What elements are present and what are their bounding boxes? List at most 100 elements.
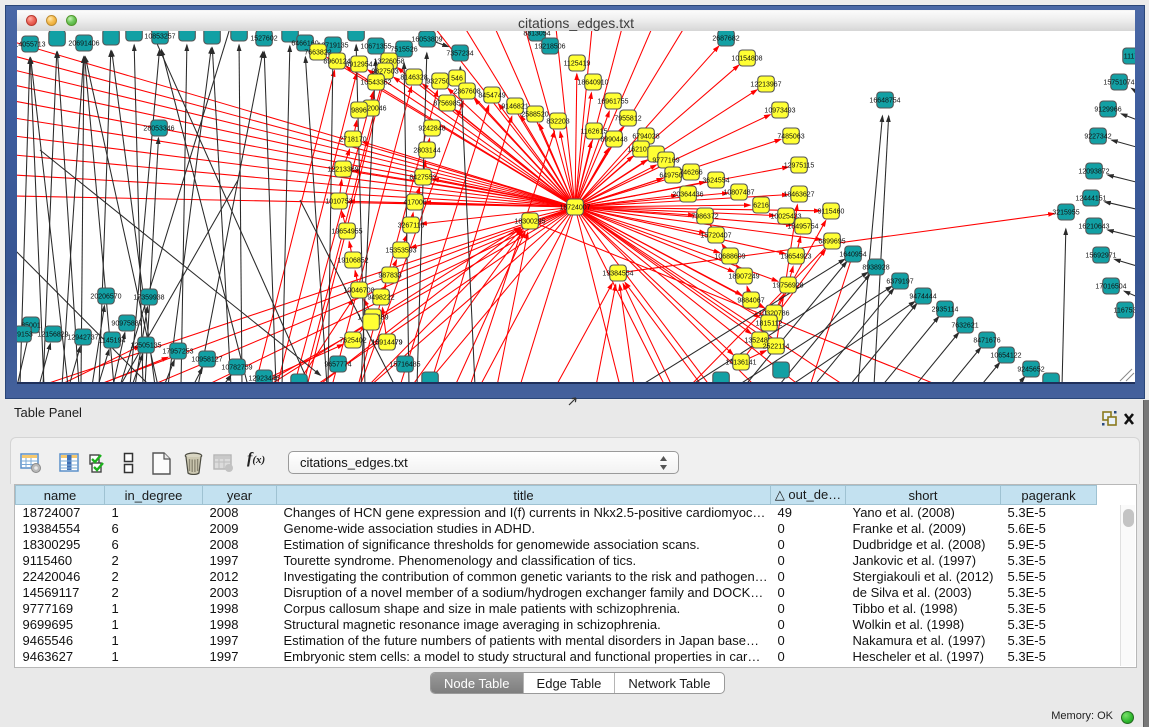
svg-text:18463627: 18463627 [783,192,814,199]
svg-text:15692971: 15692971 [1085,253,1116,260]
svg-text:2522114: 2522114 [763,344,790,351]
svg-text:9498222: 9498222 [367,295,394,302]
svg-text:2367608: 2367608 [453,89,480,96]
svg-text:16210643: 16210643 [1078,224,1109,231]
svg-text:39153: 39153 [17,332,33,339]
svg-text:9884067: 9884067 [737,298,764,305]
svg-text:6794028: 6794028 [632,134,659,141]
svg-text:1125419: 1125419 [564,61,591,68]
svg-text:832203: 832203 [546,119,569,126]
svg-text:6216: 6216 [753,203,769,210]
svg-text:12975115: 12975115 [784,163,815,170]
svg-text:19654955: 19654955 [331,229,362,236]
svg-text:1145194: 1145194 [99,338,126,345]
svg-text:9146821: 9146821 [501,104,528,111]
svg-text:8471676: 8471676 [973,338,1000,345]
svg-text:2718170: 2718170 [339,137,366,144]
svg-text:417006: 417006 [403,200,426,207]
svg-text:10671355: 10671355 [360,44,391,51]
svg-text:14136141: 14136141 [725,360,756,367]
svg-text:8938928: 8938928 [862,265,889,272]
svg-text:15353593: 15353593 [385,248,416,255]
svg-text:12444151: 12444151 [1075,196,1106,203]
svg-text:10688609: 10688609 [714,254,745,261]
svg-text:8454749: 8454749 [478,93,505,100]
svg-text:8146328: 8146328 [400,75,427,82]
svg-text:12942737: 12942737 [67,335,98,342]
svg-text:16914479: 16914479 [371,340,402,347]
svg-text:90975887: 90975887 [111,321,142,328]
svg-text:6899695: 6899695 [818,239,845,246]
svg-text:20691406: 20691406 [68,41,99,48]
svg-text:9777169: 9777169 [652,158,679,165]
svg-text:18907249: 18907249 [728,274,759,281]
svg-text:2687682: 2687682 [712,36,739,43]
svg-text:16961755: 16961755 [597,99,628,106]
svg-text:3267110: 3267110 [398,223,425,230]
svg-text:9115460: 9115460 [818,209,845,216]
svg-text:2935114: 2935114 [932,307,959,314]
svg-text:546: 546 [451,76,463,83]
svg-text:1117: 1117 [1124,54,1135,61]
svg-text:28053346: 28053346 [143,126,174,133]
svg-text:9242848: 9242848 [418,126,445,133]
svg-text:9227342: 9227342 [1084,134,1111,141]
svg-text:1640954: 1640954 [839,252,866,259]
svg-text:12505135: 12505135 [130,343,161,350]
svg-text:12923446: 12923446 [248,376,279,383]
svg-text:10853257: 10853257 [144,34,175,41]
svg-text:15751074: 15751074 [1103,80,1134,87]
svg-text:19218506: 19218506 [534,44,565,51]
svg-text:8912954: 8912954 [345,62,372,69]
svg-text:987833: 987833 [378,273,401,280]
svg-text:14055713: 14055713 [17,42,46,49]
svg-text:12156829: 12156829 [37,332,68,339]
svg-text:1010753: 1010753 [325,199,352,206]
svg-text:16053809: 16053809 [411,37,442,44]
svg-text:8756985: 8756985 [433,101,460,108]
svg-text:7632621: 7632621 [951,323,978,330]
svg-text:1815112: 1815112 [756,321,783,328]
svg-text:6379197: 6379197 [886,279,913,286]
svg-text:17016504: 17016504 [1095,284,1126,291]
svg-text:9129966: 9129966 [1094,107,1121,114]
svg-text:20364436: 20364436 [672,192,703,199]
svg-text:18495754: 18495754 [787,224,818,231]
svg-text:7357234: 7357234 [446,51,473,58]
svg-text:7625402: 7625402 [339,338,366,345]
svg-text:9896: 9896 [351,108,367,115]
svg-text:10543362: 10543362 [360,80,391,87]
svg-text:2588520: 2588520 [521,112,548,119]
svg-text:10154808: 10154808 [731,56,762,63]
svg-text:116753: 116753 [1114,308,1135,315]
svg-text:1527602: 1527602 [250,36,277,43]
svg-text:18640910: 18640910 [577,80,608,87]
svg-text:8427552: 8427552 [409,175,436,182]
svg-text:15716485: 15716485 [389,362,420,369]
svg-text:19654923: 19654923 [780,254,811,261]
svg-text:10654122: 10654122 [990,353,1021,360]
svg-text:7955812: 7955812 [614,116,641,123]
svg-text:10046708: 10046708 [343,288,374,295]
svg-text:15720407: 15720407 [700,233,731,240]
svg-text:18300295: 18300295 [514,219,545,226]
svg-text:746266: 746266 [679,170,702,177]
svg-text:10782759: 10782759 [221,365,252,372]
svg-text:9657774: 9657774 [324,362,351,369]
svg-text:7663822: 7663822 [304,50,331,57]
svg-text:7515526: 7515526 [390,47,417,54]
svg-text:10973493: 10973493 [764,108,795,115]
svg-text:7485063: 7485063 [777,134,804,141]
svg-text:19106852: 19106852 [337,258,368,265]
svg-text:12213967: 12213967 [750,82,781,89]
svg-text:16648754: 16648754 [869,98,900,105]
svg-text:17359938: 17359938 [133,295,164,302]
svg-text:2803144: 2803144 [413,148,440,155]
svg-text:10807487: 10807487 [723,190,754,197]
svg-text:3215955: 3215955 [1052,210,1079,217]
svg-text:12213369: 12213369 [327,167,358,174]
svg-text:19756928: 19756928 [772,283,803,290]
svg-text:8990448: 8990448 [600,137,627,144]
svg-text:12093872: 12093872 [1078,169,1109,176]
svg-text:17957253: 17957253 [162,349,193,356]
